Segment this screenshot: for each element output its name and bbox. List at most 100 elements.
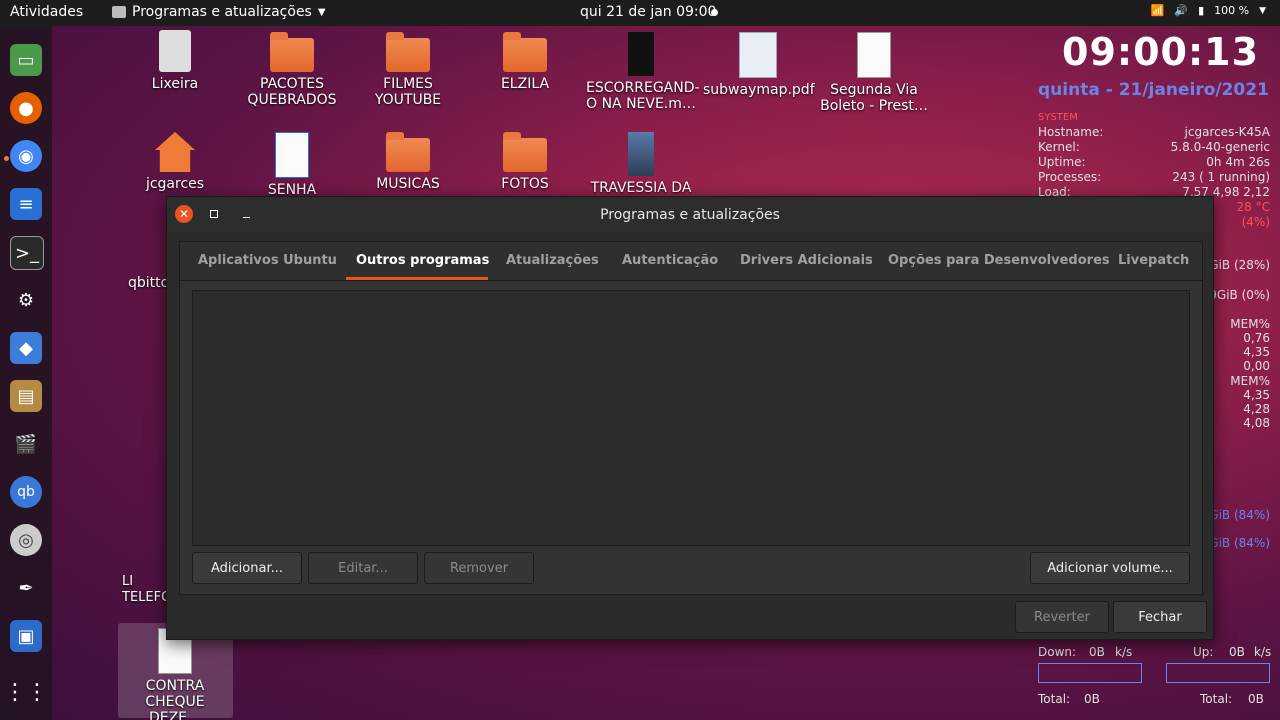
desktop-icon-pdf[interactable]: subwaymap.pdf [703,30,815,98]
folder-icon [386,132,430,172]
conky-system-label: SYSTEM [1038,112,1078,123]
conky-up-graph [1166,663,1270,683]
archive-manager-icon[interactable]: ▤ [10,380,42,412]
conky-value: GiB (28%) [1209,258,1270,272]
desktop-icon-label: ELZILA [500,76,550,92]
disc-icon[interactable]: ◎ [10,524,42,556]
desktop-icon-home[interactable]: jcgarces [120,130,230,192]
conky-label: MEM% [1230,374,1270,388]
image-thumbnail-icon [628,132,654,176]
qbittorrent-icon[interactable]: qb [10,476,42,508]
conky-hostname-row: Hostname: jcgarces-K45A [1038,125,1270,139]
conky-kernel-row: Kernel: 5.8.0-40-generic [1038,140,1270,154]
software-store-icon[interactable]: ◆ [10,332,42,364]
desktop-icon-image[interactable]: TRAVESSIA DA [586,130,696,196]
firefox-icon[interactable]: ● [10,92,42,124]
disks-icon[interactable]: ▭ [10,44,42,76]
tab-updates[interactable]: Atualizações [506,253,599,268]
conky-label: Down: [1038,645,1077,659]
desktop-icon-label: jcgarces [145,176,205,192]
edit-button[interactable]: Editar... [308,552,418,584]
window-titlebar[interactable]: ✕ Programas e atualizações [167,197,1213,233]
conky-total-row: Total: 0B Total: 0B [1038,692,1270,706]
conky-label: MEM% [1230,317,1270,331]
video-editor-icon[interactable]: 🎬 [10,428,42,460]
conky-value: 5.8.0-40-generic [1170,140,1270,154]
conky-date: quinta - 21/janeiro/2021 [1038,80,1269,100]
desktop-icon-label: subwaymap.pdf [703,82,815,98]
desktop-icon-document[interactable]: SENHA [237,130,347,198]
desktop-icon-folder[interactable]: FOTOS [470,130,580,192]
activities-button[interactable]: Atividades [10,4,83,20]
app-menu-label: Programas e atualizações [132,4,312,20]
tab-ubuntu-software[interactable]: Aplicativos Ubuntu [198,253,337,268]
desktop-icon-label: FILMES YOUTUBE [374,76,442,108]
window-title: Programas e atualizações [600,207,780,223]
top-bar: Atividades Programas e atualizações ▼ qu… [0,0,1280,26]
trash-icon [159,30,191,72]
desktop-icon-qbittorrent[interactable]: qbitto [120,275,170,291]
inkscape-icon[interactable]: ✒ [10,572,42,604]
chrome-icon[interactable]: ◉ [10,140,42,172]
update-manager-icon[interactable]: ▣ [10,620,42,652]
conky-unit: k/s [1254,645,1272,659]
remove-button[interactable]: Remover [424,552,534,584]
sources-list[interactable] [192,290,1190,546]
conky-time: 09:00:13 [1062,30,1260,74]
video-thumbnail-icon [628,32,654,76]
desktop-icon-folder[interactable]: MUSICAS [353,130,463,192]
conky-value: 0,00 [1243,359,1270,373]
desktop-icon-label: MUSICAS [376,176,440,192]
conky-processes-row: Processes: 243 ( 1 running) [1038,170,1270,184]
desktop-icon-label: Segunda Via Boleto - Prest… [820,82,928,114]
conky-value: 9GiB (0%) [1209,288,1270,302]
desktop-icon-label: LI TELEFO [122,574,172,605]
conky-value: 28 °C [1236,200,1270,214]
chevron-down-icon: ▼ [317,6,326,18]
tab-bar: Aplicativos Ubuntu Outros programas Atua… [180,242,1202,281]
system-tray[interactable]: 📶 🔊 ▮ 100 % ▼ [1151,4,1266,17]
wifi-icon: 📶 [1150,4,1165,17]
desktop-icon-label: Lixeira [151,76,199,92]
writer-icon[interactable]: ≡ [10,188,42,220]
desktop-icon-label: TRAVESSIA DA [590,180,692,196]
conky-uptime-row: Uptime: 0h 4m 26s [1038,155,1270,169]
home-folder-icon [155,132,195,172]
add-button[interactable]: Adicionar... [192,552,302,584]
desktop-icon-document[interactable]: Segunda Via Boleto - Prest… [819,30,929,114]
conky-system-header: SYSTEM [1038,112,1270,123]
close-button[interactable]: Fechar [1113,601,1207,633]
settings-gear-icon[interactable]: ⚙ [10,284,42,316]
show-apps-grid-icon[interactable]: ⋮⋮ [4,676,48,708]
add-volume-button[interactable]: Adicionar volume... [1030,552,1190,584]
desktop-icon-video[interactable]: ESCORREGAND-O NA NEVE.m… [586,30,700,112]
app-icon [112,6,126,18]
conky-down-graph [1038,663,1142,683]
desktop-icon-trash[interactable]: Lixeira [120,30,230,92]
desktop-icon-folder[interactable]: PACOTES QUEBRADOS [237,30,347,108]
desktop-icon-document[interactable]: CONTRA CHEQUE DEZE… [120,626,230,720]
conky-label: Total: [1200,692,1233,706]
desktop-icon-folder[interactable]: ELZILA [470,30,580,92]
tab-other-software[interactable]: Outros programas [356,253,489,268]
terminal-icon[interactable]: >_ [10,236,44,270]
conky-value: 0B [1248,692,1264,706]
revert-button[interactable]: Reverter [1015,601,1109,633]
conky-value: 0B [1089,645,1105,659]
software-sources-window: ✕ Programas e atualizações Aplicativos U… [166,196,1214,640]
desktop-icon-document[interactable]: LI TELEFO [118,574,172,606]
folder-icon [270,32,314,72]
dock: ▭ ● ◉ ≡ >_ ⚙ ◆ ▤ 🎬 qb ◎ ✒ ▣ ⋮⋮ [0,26,52,720]
clock[interactable]: qui 21 de jan 09:00 [580,4,716,20]
tab-panel: Aplicativos Ubuntu Outros programas Atua… [179,241,1203,595]
tab-livepatch[interactable]: Livepatch [1118,253,1189,268]
app-menu[interactable]: Programas e atualizações ▼ [112,4,326,20]
notification-dot [711,9,718,16]
tab-developer-options[interactable]: Opções para Desenvolvedores [888,253,1110,268]
conky-value: 0h 4m 26s [1206,155,1270,169]
desktop-icon-folder[interactable]: FILMES YOUTUBE [353,30,463,108]
conky-label: Hostname: [1038,125,1104,139]
tab-additional-drivers[interactable]: Drivers Adicionais [740,253,873,268]
volume-icon: 🔊 [1174,4,1189,17]
tab-authentication[interactable]: Autenticação [622,253,718,268]
